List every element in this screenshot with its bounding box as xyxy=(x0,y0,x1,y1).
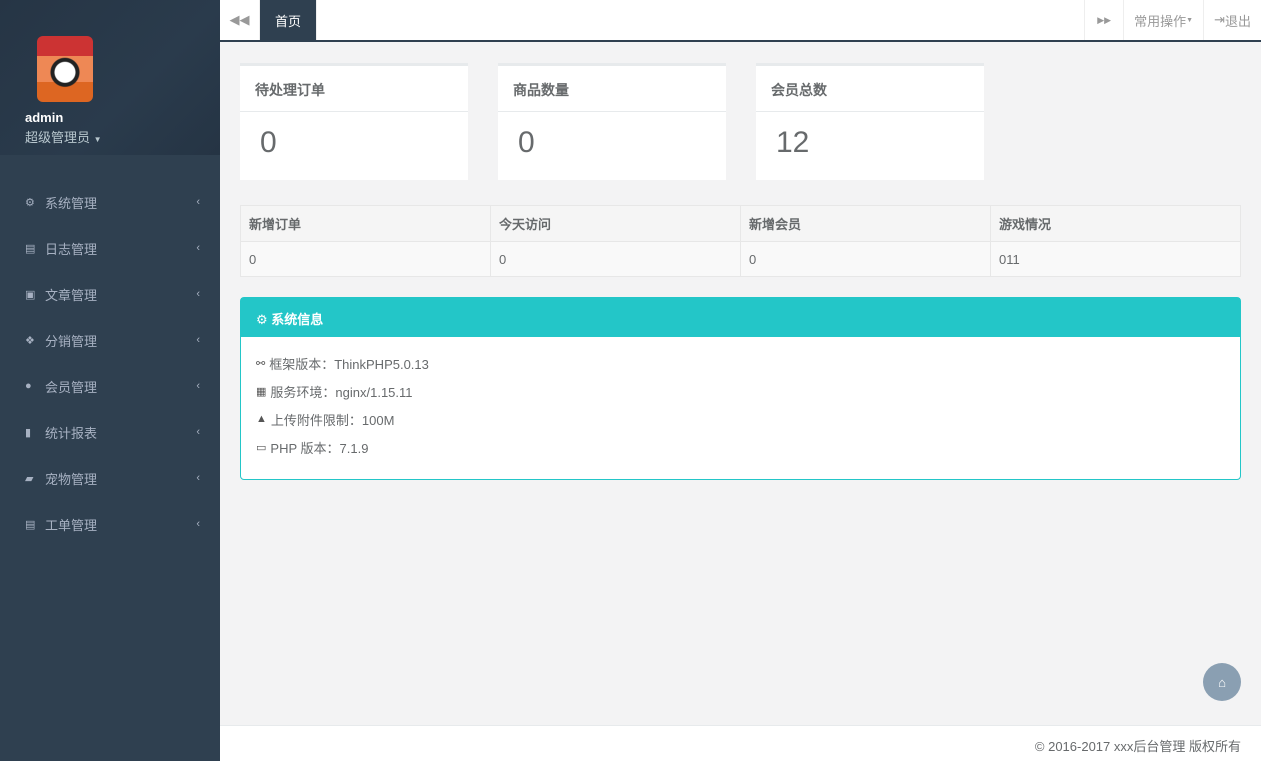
stats-table: 新增订单今天访问新增会员游戏情况 000011 xyxy=(240,205,1241,277)
list-icon: ▤ xyxy=(25,242,45,255)
table-header-row: 新增订单今天访问新增会员游戏情况 xyxy=(241,206,1241,242)
sidebar: admin 超级管理员 ▼ ⚙系统管理‹▤日志管理‹▣文章管理‹❖分销管理‹●会… xyxy=(0,0,220,761)
sidebar-item-label: 统计报表 xyxy=(45,423,196,442)
common-ops-dropdown[interactable]: 常用操作▼ xyxy=(1124,0,1204,40)
table-header: 今天访问 xyxy=(491,206,741,242)
topbar: ◀◀ 首页 ▶▶ 常用操作▼ ⇥退出 xyxy=(220,0,1261,42)
archive-icon: ▣ xyxy=(25,288,45,301)
card-value: 0 xyxy=(240,112,468,174)
info-text: 框架版本：ThinkPHP5.0.13 xyxy=(269,354,429,373)
sidebar-item-label: 工单管理 xyxy=(45,515,196,534)
sidebar-item-label: 会员管理 xyxy=(45,377,196,396)
info-row: ▲ 上传附件限制：100M xyxy=(256,405,1225,433)
main-content: 待处理订单0 商品数量0 会员总数12 新增订单今天访问新增会员游戏情况 000… xyxy=(240,63,1241,480)
scroll-left-button[interactable]: ◀◀ xyxy=(220,0,260,40)
logout-button[interactable]: ⇥退出 xyxy=(1204,0,1261,40)
gear-icon: ⚙ xyxy=(25,196,45,209)
panel-title: 系统信息 xyxy=(271,312,323,327)
role-dropdown[interactable]: 超级管理员 ▼ xyxy=(25,127,220,146)
chevron-left-icon: ‹ xyxy=(196,426,200,438)
footer: © 2016-2017 xxx后台管理 版权所有 xyxy=(220,725,1261,761)
table-cell: 0 xyxy=(741,242,991,277)
sidebar-item-label: 系统管理 xyxy=(45,193,196,212)
logout-label: 退出 xyxy=(1225,11,1251,30)
info-text: PHP 版本：7.1.9 xyxy=(270,438,368,457)
chevron-left-icon: ‹ xyxy=(196,380,200,392)
warning-icon: ▲ xyxy=(256,413,267,425)
cubes-icon: ❖ xyxy=(25,334,45,347)
table-header: 新增会员 xyxy=(741,206,991,242)
chevron-left-icon: ‹ xyxy=(196,288,200,300)
info-text: 服务环境：nginx/1.15.11 xyxy=(270,382,412,401)
sidebar-item[interactable]: ❖分销管理‹ xyxy=(0,317,220,363)
sidebar-item[interactable]: ⚙系统管理‹ xyxy=(0,179,220,225)
sidebar-item-label: 宠物管理 xyxy=(45,469,196,488)
windows-icon: ▦ xyxy=(256,385,266,398)
sidebar-item[interactable]: ▤工单管理‹ xyxy=(0,501,220,547)
list-icon: ▤ xyxy=(25,518,45,531)
sidebar-item[interactable]: ▮统计报表‹ xyxy=(0,409,220,455)
sidebar-item[interactable]: ●会员管理‹ xyxy=(0,363,220,409)
chevron-left-icon: ‹ xyxy=(196,196,200,208)
sign-out-icon: ⇥ xyxy=(1214,12,1225,28)
sidebar-menu: ⚙系统管理‹▤日志管理‹▣文章管理‹❖分销管理‹●会员管理‹▮统计报表‹▰宠物管… xyxy=(0,179,220,547)
info-row: ▭ PHP 版本：7.1.9 xyxy=(256,433,1225,461)
sidebar-item[interactable]: ▣文章管理‹ xyxy=(0,271,220,317)
table-cell: 011 xyxy=(991,242,1241,277)
role-label: 超级管理员 xyxy=(25,130,90,145)
table-cell: 0 xyxy=(241,242,491,277)
forward-icon: ▶▶ xyxy=(1097,15,1111,26)
sidebar-item[interactable]: ▤日志管理‹ xyxy=(0,225,220,271)
info-text: 上传附件限制：100M xyxy=(271,410,395,429)
user-icon: ● xyxy=(25,380,45,392)
sidebar-item-label: 日志管理 xyxy=(45,239,196,258)
panel-heading: ⚙ 系统信息 xyxy=(241,298,1240,337)
scroll-right-button[interactable]: ▶▶ xyxy=(1084,0,1124,40)
gears-icon: ⚙ xyxy=(256,312,268,327)
chevron-left-icon: ‹ xyxy=(196,472,200,484)
home-icon: ⌂ xyxy=(1218,675,1226,690)
card-value: 12 xyxy=(756,112,984,174)
card-products: 商品数量0 xyxy=(498,63,726,180)
table-header: 新增订单 xyxy=(241,206,491,242)
tab-home[interactable]: 首页 xyxy=(260,0,317,40)
table-row: 000011 xyxy=(241,242,1241,277)
signal-icon: ▮ xyxy=(25,426,45,439)
card-members: 会员总数12 xyxy=(756,63,984,180)
avatar[interactable] xyxy=(37,36,93,102)
home-button[interactable]: ⌂ xyxy=(1203,663,1241,701)
card-title: 待处理订单 xyxy=(240,66,468,112)
caret-down-icon: ▼ xyxy=(94,135,102,144)
profile: admin 超级管理员 ▼ xyxy=(0,0,220,155)
book-icon: ▰ xyxy=(25,472,45,485)
sidebar-item-label: 分销管理 xyxy=(45,331,196,350)
sidebar-item-label: 文章管理 xyxy=(45,285,196,304)
info-row: ▦ 服务环境：nginx/1.15.11 xyxy=(256,377,1225,405)
card-value: 0 xyxy=(498,112,726,174)
caret-down-icon: ▼ xyxy=(1186,17,1193,24)
card-title: 商品数量 xyxy=(498,66,726,112)
common-ops-label: 常用操作 xyxy=(1134,11,1186,30)
username: admin xyxy=(25,110,220,125)
chevron-left-icon: ‹ xyxy=(196,242,200,254)
backward-icon: ◀◀ xyxy=(230,12,250,28)
card-title: 会员总数 xyxy=(756,66,984,112)
card-pending-orders: 待处理订单0 xyxy=(240,63,468,180)
chevron-left-icon: ‹ xyxy=(196,334,200,346)
info-row: ⚯ 框架版本：ThinkPHP5.0.13 xyxy=(256,349,1225,377)
table-header: 游戏情况 xyxy=(991,206,1241,242)
chevron-left-icon: ‹ xyxy=(196,518,200,530)
sitemap-icon: ⚯ xyxy=(256,357,265,370)
table-cell: 0 xyxy=(491,242,741,277)
system-info-panel: ⚙ 系统信息 ⚯ 框架版本：ThinkPHP5.0.13▦ 服务环境：nginx/1… xyxy=(240,297,1241,480)
credit-card-icon: ▭ xyxy=(256,441,266,454)
sidebar-item[interactable]: ▰宠物管理‹ xyxy=(0,455,220,501)
